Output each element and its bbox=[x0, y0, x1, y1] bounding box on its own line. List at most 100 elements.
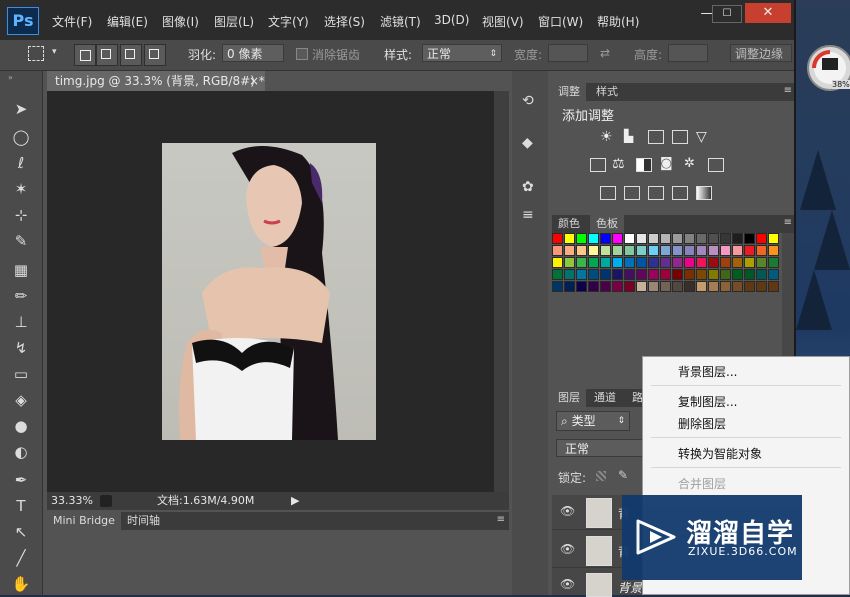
color-swatch[interactable] bbox=[576, 269, 587, 280]
3d-panel-icon[interactable]: ◆ bbox=[522, 135, 533, 151]
color-swatch[interactable] bbox=[732, 233, 743, 244]
menu-edit[interactable]: 编辑(E) bbox=[107, 13, 148, 30]
tab-mini-bridge[interactable]: Mini Bridge bbox=[47, 512, 121, 530]
color-swatch[interactable] bbox=[744, 281, 755, 292]
color-swatch[interactable] bbox=[756, 245, 767, 256]
color-lookup-icon[interactable] bbox=[708, 158, 724, 172]
color-swatch[interactable] bbox=[552, 281, 563, 292]
menu-3d[interactable]: 3D(D) bbox=[434, 13, 469, 27]
color-swatch[interactable] bbox=[708, 233, 719, 244]
color-swatch[interactable] bbox=[708, 269, 719, 280]
color-swatch[interactable] bbox=[756, 233, 767, 244]
color-swatch[interactable] bbox=[576, 281, 587, 292]
collapse-icon[interactable]: » bbox=[8, 73, 13, 82]
intersect-selection-icon[interactable] bbox=[144, 44, 166, 66]
menu-item-background-layer[interactable]: 背景图层... bbox=[678, 363, 737, 380]
vibrance-icon[interactable]: ▽ bbox=[696, 129, 707, 145]
color-swatch[interactable] bbox=[588, 281, 599, 292]
color-swatch[interactable] bbox=[732, 281, 743, 292]
portrait-photo[interactable] bbox=[162, 143, 376, 440]
color-swatch[interactable] bbox=[708, 281, 719, 292]
color-swatch[interactable] bbox=[720, 233, 731, 244]
color-swatch[interactable] bbox=[672, 257, 683, 268]
color-swatch[interactable] bbox=[684, 233, 695, 244]
color-swatch[interactable] bbox=[756, 281, 767, 292]
type-tool-icon[interactable]: T bbox=[10, 495, 32, 517]
blend-mode-select[interactable]: 正常 bbox=[556, 439, 646, 457]
brush-panel-icon[interactable]: ✿ bbox=[522, 179, 534, 195]
color-swatch[interactable] bbox=[576, 257, 587, 268]
color-swatch[interactable] bbox=[600, 233, 611, 244]
tab-adjustments[interactable]: 调整 bbox=[552, 83, 586, 101]
tab-color[interactable]: 颜色 bbox=[552, 215, 586, 233]
marquee-tool-icon[interactable] bbox=[28, 46, 44, 61]
color-swatch[interactable] bbox=[588, 233, 599, 244]
exposure-icon[interactable] bbox=[672, 130, 688, 144]
color-swatch[interactable] bbox=[624, 257, 635, 268]
menu-item-delete-layer[interactable]: 删除图层 bbox=[678, 415, 726, 432]
color-swatch[interactable] bbox=[588, 269, 599, 280]
swap-icon[interactable]: ⇄ bbox=[600, 46, 610, 60]
color-swatch[interactable] bbox=[708, 257, 719, 268]
panel-menu-icon[interactable]: ≡ bbox=[784, 85, 792, 96]
tab-timeline[interactable]: 时间轴 bbox=[121, 512, 166, 530]
color-swatch[interactable] bbox=[768, 257, 779, 268]
color-swatch[interactable] bbox=[732, 269, 743, 280]
menu-image[interactable]: 图像(I) bbox=[162, 13, 199, 30]
refine-edge-button[interactable]: 调整边缘 bbox=[730, 44, 792, 62]
color-swatch[interactable] bbox=[696, 281, 707, 292]
menu-layer[interactable]: 图层(L) bbox=[214, 13, 254, 30]
color-swatch[interactable] bbox=[612, 233, 623, 244]
color-swatch[interactable] bbox=[588, 245, 599, 256]
history-brush-icon[interactable]: ↯ bbox=[10, 337, 32, 359]
line-tool-icon[interactable]: ╱ bbox=[10, 547, 32, 569]
color-swatch[interactable] bbox=[600, 281, 611, 292]
color-swatch[interactable] bbox=[600, 245, 611, 256]
color-swatch[interactable] bbox=[552, 257, 563, 268]
layer-filter-select[interactable]: ⌕ 类型 ⇕ bbox=[556, 411, 630, 431]
channel-mixer-icon[interactable]: ✲ bbox=[684, 156, 695, 171]
color-swatch[interactable] bbox=[744, 257, 755, 268]
color-swatch[interactable] bbox=[768, 233, 779, 244]
color-swatch[interactable] bbox=[768, 245, 779, 256]
tab-styles[interactable]: 样式 bbox=[590, 83, 624, 101]
color-swatch[interactable] bbox=[660, 257, 671, 268]
color-swatch[interactable] bbox=[696, 245, 707, 256]
color-swatch[interactable] bbox=[648, 269, 659, 280]
history-panel-icon[interactable]: ⟲ bbox=[522, 93, 534, 109]
color-swatch[interactable] bbox=[564, 245, 575, 256]
color-swatch[interactable] bbox=[720, 245, 731, 256]
color-swatch[interactable] bbox=[648, 257, 659, 268]
color-swatch[interactable] bbox=[576, 245, 587, 256]
color-swatch[interactable] bbox=[756, 269, 767, 280]
maximize-button[interactable]: ☐ bbox=[712, 5, 742, 23]
visibility-eye-icon[interactable]: 👁 bbox=[560, 577, 575, 591]
width-input[interactable] bbox=[548, 44, 588, 62]
color-swatch[interactable] bbox=[552, 245, 563, 256]
color-swatch[interactable] bbox=[564, 269, 575, 280]
color-swatch[interactable] bbox=[648, 233, 659, 244]
close-tab-icon[interactable]: × bbox=[249, 71, 259, 91]
color-swatch[interactable] bbox=[600, 257, 611, 268]
color-swatch[interactable] bbox=[636, 269, 647, 280]
color-swatch[interactable] bbox=[744, 269, 755, 280]
hue-saturation-icon[interactable] bbox=[590, 158, 606, 172]
close-button[interactable]: ✕ bbox=[745, 3, 791, 23]
color-swatch[interactable] bbox=[732, 245, 743, 256]
color-swatch[interactable] bbox=[696, 233, 707, 244]
healing-brush-icon[interactable]: ▦ bbox=[10, 259, 32, 281]
color-swatch[interactable] bbox=[672, 233, 683, 244]
color-swatch[interactable] bbox=[768, 269, 779, 280]
color-swatch[interactable] bbox=[684, 245, 695, 256]
panel-menu-icon[interactable]: ≡ bbox=[784, 217, 792, 228]
visibility-eye-icon[interactable]: 👁 bbox=[560, 542, 575, 556]
color-swatch[interactable] bbox=[588, 257, 599, 268]
color-swatch[interactable] bbox=[744, 233, 755, 244]
blur-icon[interactable]: ● bbox=[10, 415, 32, 437]
lock-transparency-icon[interactable] bbox=[596, 471, 606, 481]
height-input[interactable] bbox=[668, 44, 708, 62]
color-swatch[interactable] bbox=[624, 281, 635, 292]
color-swatch[interactable] bbox=[708, 245, 719, 256]
paint-bucket-icon[interactable]: ◈ bbox=[10, 389, 32, 411]
lock-pixels-icon[interactable]: ✎ bbox=[618, 468, 628, 482]
